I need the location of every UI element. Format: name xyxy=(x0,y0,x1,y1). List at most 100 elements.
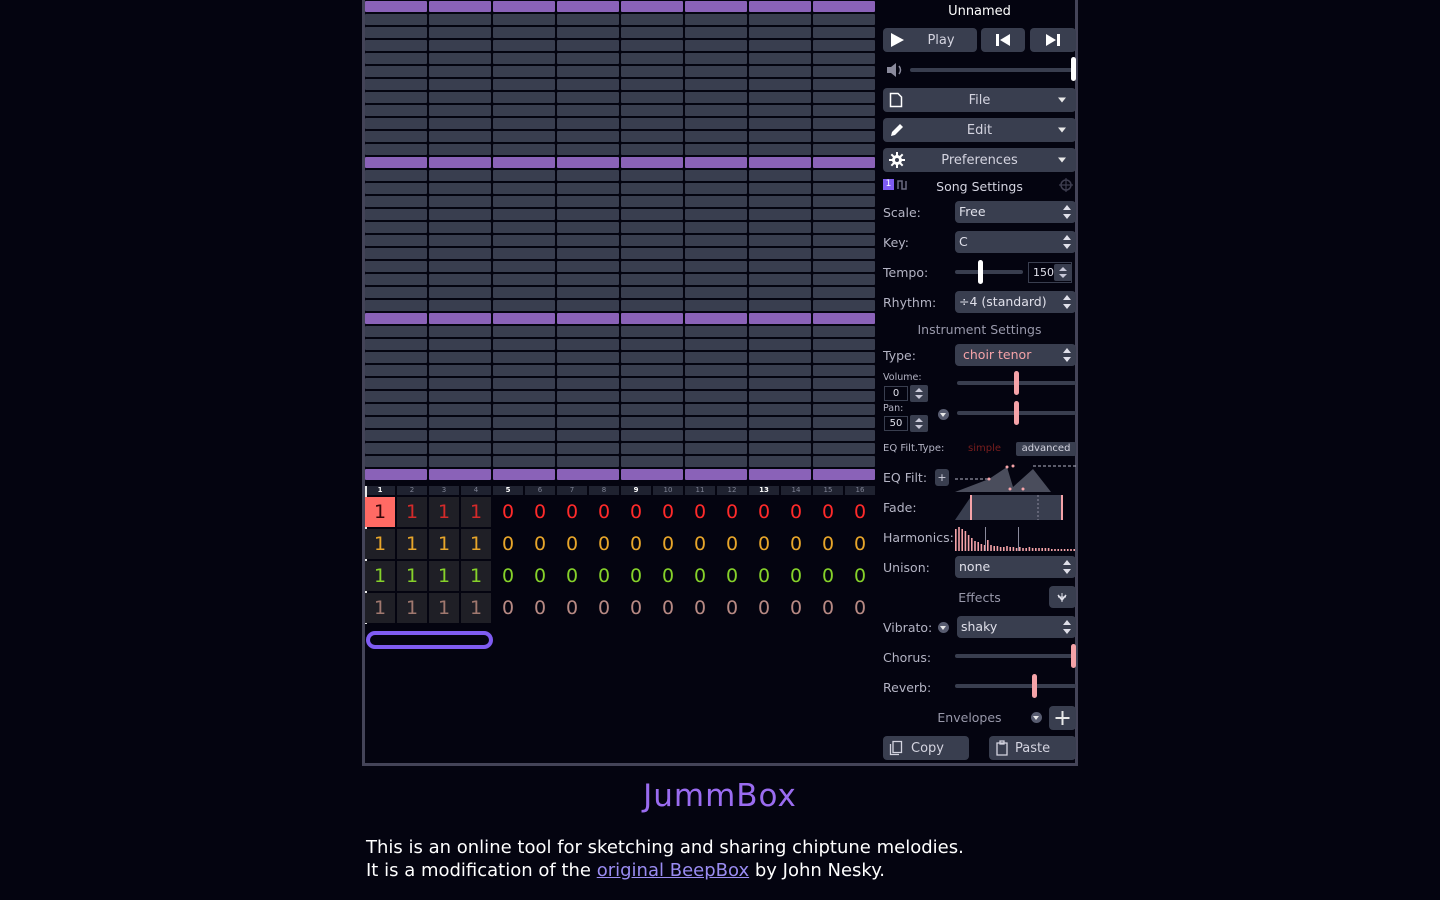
note-row[interactable] xyxy=(813,443,875,454)
note-row[interactable] xyxy=(557,40,619,51)
note-row[interactable] xyxy=(621,118,683,129)
note-row[interactable] xyxy=(365,391,427,402)
note-row[interactable] xyxy=(429,27,491,38)
harmonic-bar[interactable] xyxy=(1051,549,1053,551)
bar-number[interactable]: 5 xyxy=(493,486,523,495)
pattern-cell[interactable]: 0 xyxy=(685,561,715,591)
note-row[interactable] xyxy=(749,378,811,389)
note-row[interactable] xyxy=(493,196,555,207)
octave-row[interactable] xyxy=(749,469,811,480)
note-row[interactable] xyxy=(749,326,811,337)
octave-row[interactable] xyxy=(365,1,427,12)
harmonic-bar[interactable] xyxy=(1035,548,1037,551)
note-row[interactable] xyxy=(749,339,811,350)
note-row[interactable] xyxy=(557,170,619,181)
bar-number[interactable]: 14 xyxy=(781,486,811,495)
note-row[interactable] xyxy=(365,105,427,116)
pattern-cell[interactable]: 1 xyxy=(397,529,427,559)
note-row[interactable] xyxy=(685,40,747,51)
note-row[interactable] xyxy=(685,105,747,116)
note-row[interactable] xyxy=(813,404,875,415)
note-row[interactable] xyxy=(557,287,619,298)
volume-slider-track[interactable] xyxy=(910,68,1073,72)
note-row[interactable] xyxy=(749,300,811,311)
note-row[interactable] xyxy=(493,92,555,103)
note-row[interactable] xyxy=(429,14,491,25)
note-row[interactable] xyxy=(493,27,555,38)
pattern-cell[interactable]: 0 xyxy=(749,561,779,591)
note-row[interactable] xyxy=(493,170,555,181)
note-row[interactable] xyxy=(493,378,555,389)
note-row[interactable] xyxy=(685,248,747,259)
note-row[interactable] xyxy=(685,92,747,103)
bar-number[interactable]: 10 xyxy=(653,486,683,495)
note-row[interactable] xyxy=(557,131,619,142)
note-row[interactable] xyxy=(621,261,683,272)
note-row[interactable] xyxy=(557,378,619,389)
note-row[interactable] xyxy=(429,209,491,220)
octave-row[interactable] xyxy=(365,313,427,324)
octave-row[interactable] xyxy=(621,157,683,168)
note-row[interactable] xyxy=(365,183,427,194)
note-row[interactable] xyxy=(493,391,555,402)
reverb-slider-track[interactable] xyxy=(955,684,1076,688)
harmonic-bar[interactable] xyxy=(961,529,963,551)
note-row[interactable] xyxy=(557,391,619,402)
note-row[interactable] xyxy=(429,105,491,116)
harmonic-bar[interactable] xyxy=(993,546,995,551)
pattern-cell[interactable]: 0 xyxy=(493,529,523,559)
eq-filter-graph[interactable] xyxy=(955,462,1076,492)
note-row[interactable] xyxy=(365,118,427,129)
octave-row[interactable] xyxy=(557,469,619,480)
octave-row[interactable] xyxy=(749,313,811,324)
harmonic-bar[interactable] xyxy=(987,540,989,551)
note-row[interactable] xyxy=(365,443,427,454)
scale-select[interactable]: Free xyxy=(955,201,1076,223)
rhythm-select[interactable]: ÷4 (standard) xyxy=(955,291,1076,313)
note-row[interactable] xyxy=(493,222,555,233)
note-row[interactable] xyxy=(813,248,875,259)
note-row[interactable] xyxy=(685,274,747,285)
pattern-cell[interactable]: 0 xyxy=(685,593,715,623)
pattern-cell[interactable]: 0 xyxy=(621,593,651,623)
octave-row[interactable] xyxy=(749,157,811,168)
harmonic-bar[interactable] xyxy=(1038,548,1040,551)
harmonic-bar[interactable] xyxy=(1022,548,1024,551)
harmonic-bar[interactable] xyxy=(1060,549,1063,551)
note-row[interactable] xyxy=(685,235,747,246)
pattern-cell[interactable]: 0 xyxy=(525,497,555,527)
pattern-cell[interactable]: 0 xyxy=(845,529,875,559)
harmonic-bar[interactable] xyxy=(1028,547,1031,551)
note-row[interactable] xyxy=(365,40,427,51)
note-row[interactable] xyxy=(749,417,811,428)
note-row[interactable] xyxy=(621,105,683,116)
note-row[interactable] xyxy=(429,339,491,350)
bar-number[interactable]: 6 xyxy=(525,486,555,495)
note-row[interactable] xyxy=(749,14,811,25)
crosshair-icon[interactable] xyxy=(1059,178,1073,192)
eq-type-advanced-tab[interactable]: advanced xyxy=(1016,442,1076,456)
note-row[interactable] xyxy=(493,248,555,259)
pattern-cell[interactable]: 1 xyxy=(397,561,427,591)
bar-ruler[interactable]: 1 2 3 4 5 6 7 8 9 10 11 12 13 14 15 16 xyxy=(365,486,877,496)
note-row[interactable] xyxy=(557,92,619,103)
note-row[interactable] xyxy=(749,274,811,285)
note-row[interactable] xyxy=(429,183,491,194)
note-row[interactable] xyxy=(813,131,875,142)
note-row[interactable] xyxy=(813,235,875,246)
note-row[interactable] xyxy=(685,27,747,38)
pattern-cell[interactable]: 0 xyxy=(589,593,619,623)
harmonic-bar[interactable] xyxy=(1003,547,1005,551)
harmonic-bar[interactable] xyxy=(977,542,979,551)
note-row[interactable] xyxy=(813,209,875,220)
pattern-cell[interactable]: 1 xyxy=(429,529,459,559)
octave-row[interactable] xyxy=(493,157,555,168)
harmonic-bar[interactable] xyxy=(1012,547,1015,551)
octave-row[interactable] xyxy=(365,157,427,168)
note-row[interactable] xyxy=(365,79,427,90)
next-bar-button[interactable] xyxy=(1030,28,1076,52)
note-row[interactable] xyxy=(685,209,747,220)
pattern-cell[interactable]: 0 xyxy=(525,561,555,591)
note-row[interactable] xyxy=(493,365,555,376)
pattern-cell[interactable]: 0 xyxy=(493,593,523,623)
